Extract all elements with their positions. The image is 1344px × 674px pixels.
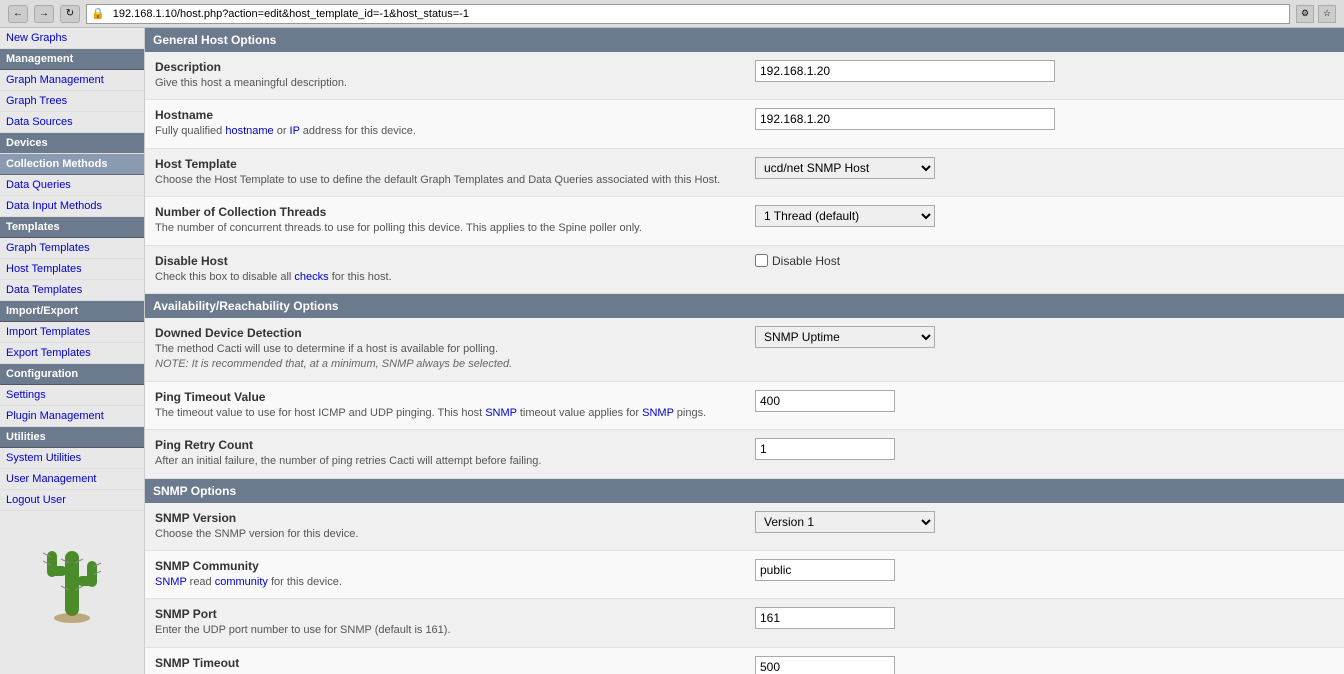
disable-host-label: Disable Host xyxy=(155,254,755,268)
collection-threads-desc: The number of concurrent threads to use … xyxy=(155,221,755,236)
collection-threads-select[interactable]: 1 Thread (default) 2 Threads 4 Threads xyxy=(755,205,935,227)
browser-bar: ← → ↻ 🔒 ⚙ ☆ xyxy=(0,0,1344,28)
sidebar-item-graph-trees[interactable]: Graph Trees xyxy=(0,91,144,112)
description-input[interactable] xyxy=(755,60,1055,82)
snmp-timeout-row: SNMP Timeout The maximum number of milli… xyxy=(145,648,1344,674)
disable-host-row: Disable Host Check this box to disable a… xyxy=(145,246,1344,294)
snmp-version-row: SNMP Version Choose the SNMP version for… xyxy=(145,503,1344,551)
hostname-label: Hostname xyxy=(155,108,755,122)
sidebar-item-plugin-management[interactable]: Plugin Management xyxy=(0,406,144,427)
downed-detection-row: Downed Device Detection The method Cacti… xyxy=(145,318,1344,382)
disable-host-checkbox-label[interactable]: Disable Host xyxy=(755,254,840,268)
ping-retry-label: Ping Retry Count xyxy=(155,438,755,452)
bookmark-icon[interactable]: ☆ xyxy=(1318,5,1336,23)
sidebar-item-graph-management[interactable]: Graph Management xyxy=(0,70,144,91)
ping-timeout-desc: The timeout value to use for host ICMP a… xyxy=(155,406,755,421)
downed-detection-desc: The method Cacti will use to determine i… xyxy=(155,342,755,373)
description-desc: Give this host a meaningful description. xyxy=(155,76,755,91)
sidebar-item-devices[interactable]: Devices xyxy=(0,133,144,154)
sidebar-section-utilities: Utilities xyxy=(0,427,144,448)
snmp-port-input[interactable] xyxy=(755,607,895,629)
sidebar-item-data-templates[interactable]: Data Templates xyxy=(0,280,144,301)
snmp-timeout-input[interactable] xyxy=(755,656,895,674)
sidebar-item-data-sources[interactable]: Data Sources xyxy=(0,112,144,133)
section-availability-header: Availability/Reachability Options xyxy=(145,294,1344,318)
address-bar[interactable] xyxy=(109,5,1285,23)
host-template-label: Host Template xyxy=(155,157,755,171)
ping-retry-row: Ping Retry Count After an initial failur… xyxy=(145,430,1344,478)
sidebar-item-user-management[interactable]: User Management xyxy=(0,469,144,490)
sidebar-item-logout[interactable]: Logout User xyxy=(0,490,144,511)
sidebar-item-new-graphs[interactable]: New Graphs xyxy=(0,28,144,49)
main-content: General Host Options Description Give th… xyxy=(145,28,1344,674)
snmp-port-row: SNMP Port Enter the UDP port number to u… xyxy=(145,599,1344,647)
sidebar-section-management: Management xyxy=(0,49,144,70)
sidebar-section-templates: Templates xyxy=(0,217,144,238)
sidebar-section-collection-methods: Collection Methods xyxy=(0,154,144,175)
sidebar-item-system-utilities[interactable]: System Utilities xyxy=(0,448,144,469)
refresh-button[interactable]: ↻ xyxy=(60,5,80,23)
ping-retry-input[interactable] xyxy=(755,438,895,460)
snmp-community-label: SNMP Community xyxy=(155,559,755,573)
snmp-community-row: SNMP Community SNMP read community for t… xyxy=(145,551,1344,599)
back-button[interactable]: ← xyxy=(8,5,28,23)
snmp-community-input[interactable] xyxy=(755,559,895,581)
description-label: Description xyxy=(155,60,755,74)
sidebar-section-configuration: Configuration xyxy=(0,364,144,385)
section-general-header: General Host Options xyxy=(145,28,1344,52)
snmp-version-label: SNMP Version xyxy=(155,511,755,525)
snmp-version-select[interactable]: Version 1 Version 2 Version 3 xyxy=(755,511,935,533)
snmp-version-desc: Choose the SNMP version for this device. xyxy=(155,527,755,542)
collection-threads-label: Number of Collection Threads xyxy=(155,205,755,219)
sidebar-item-host-templates[interactable]: Host Templates xyxy=(0,259,144,280)
host-template-desc: Choose the Host Template to use to defin… xyxy=(155,173,755,188)
snmp-timeout-label: SNMP Timeout xyxy=(155,656,755,670)
ping-timeout-label: Ping Timeout Value xyxy=(155,390,755,404)
sidebar-item-data-input-methods[interactable]: Data Input Methods xyxy=(0,196,144,217)
sidebar-item-data-queries[interactable]: Data Queries xyxy=(0,175,144,196)
forward-button[interactable]: → xyxy=(34,5,54,23)
cactus-logo xyxy=(0,511,144,651)
host-template-select[interactable]: ucd/net SNMP Host None Linux Host Window… xyxy=(755,157,935,179)
description-row: Description Give this host a meaningful … xyxy=(145,52,1344,100)
disable-host-checkbox-text: Disable Host xyxy=(772,254,840,268)
hostname-input[interactable] xyxy=(755,108,1055,130)
disable-host-desc: Check this box to disable all checks for… xyxy=(155,270,755,285)
sidebar-item-import-templates[interactable]: Import Templates xyxy=(0,322,144,343)
sidebar-item-graph-templates[interactable]: Graph Templates xyxy=(0,238,144,259)
snmp-port-desc: Enter the UDP port number to use for SNM… xyxy=(155,623,755,638)
downed-detection-select[interactable]: SNMP Uptime None ICMP Ping UDP Ping xyxy=(755,326,935,348)
disable-host-checkbox[interactable] xyxy=(755,254,768,267)
sidebar-section-import-export: Import/Export xyxy=(0,301,144,322)
ping-timeout-row: Ping Timeout Value The timeout value to … xyxy=(145,382,1344,430)
ping-timeout-input[interactable] xyxy=(755,390,895,412)
sidebar-item-settings[interactable]: Settings xyxy=(0,385,144,406)
host-template-row: Host Template Choose the Host Template t… xyxy=(145,149,1344,197)
downed-detection-label: Downed Device Detection xyxy=(155,326,755,340)
snmp-port-label: SNMP Port xyxy=(155,607,755,621)
snmp-community-desc: SNMP read community for this device. xyxy=(155,575,755,590)
settings-icon[interactable]: ⚙ xyxy=(1296,5,1314,23)
sidebar-item-export-templates[interactable]: Export Templates xyxy=(0,343,144,364)
ping-retry-desc: After an initial failure, the number of … xyxy=(155,454,755,469)
hostname-desc: Fully qualified hostname or IP address f… xyxy=(155,124,755,139)
sidebar: New Graphs Management Graph Management G… xyxy=(0,28,145,674)
section-snmp-header: SNMP Options xyxy=(145,479,1344,503)
collection-threads-row: Number of Collection Threads The number … xyxy=(145,197,1344,245)
hostname-row: Hostname Fully qualified hostname or IP … xyxy=(145,100,1344,148)
